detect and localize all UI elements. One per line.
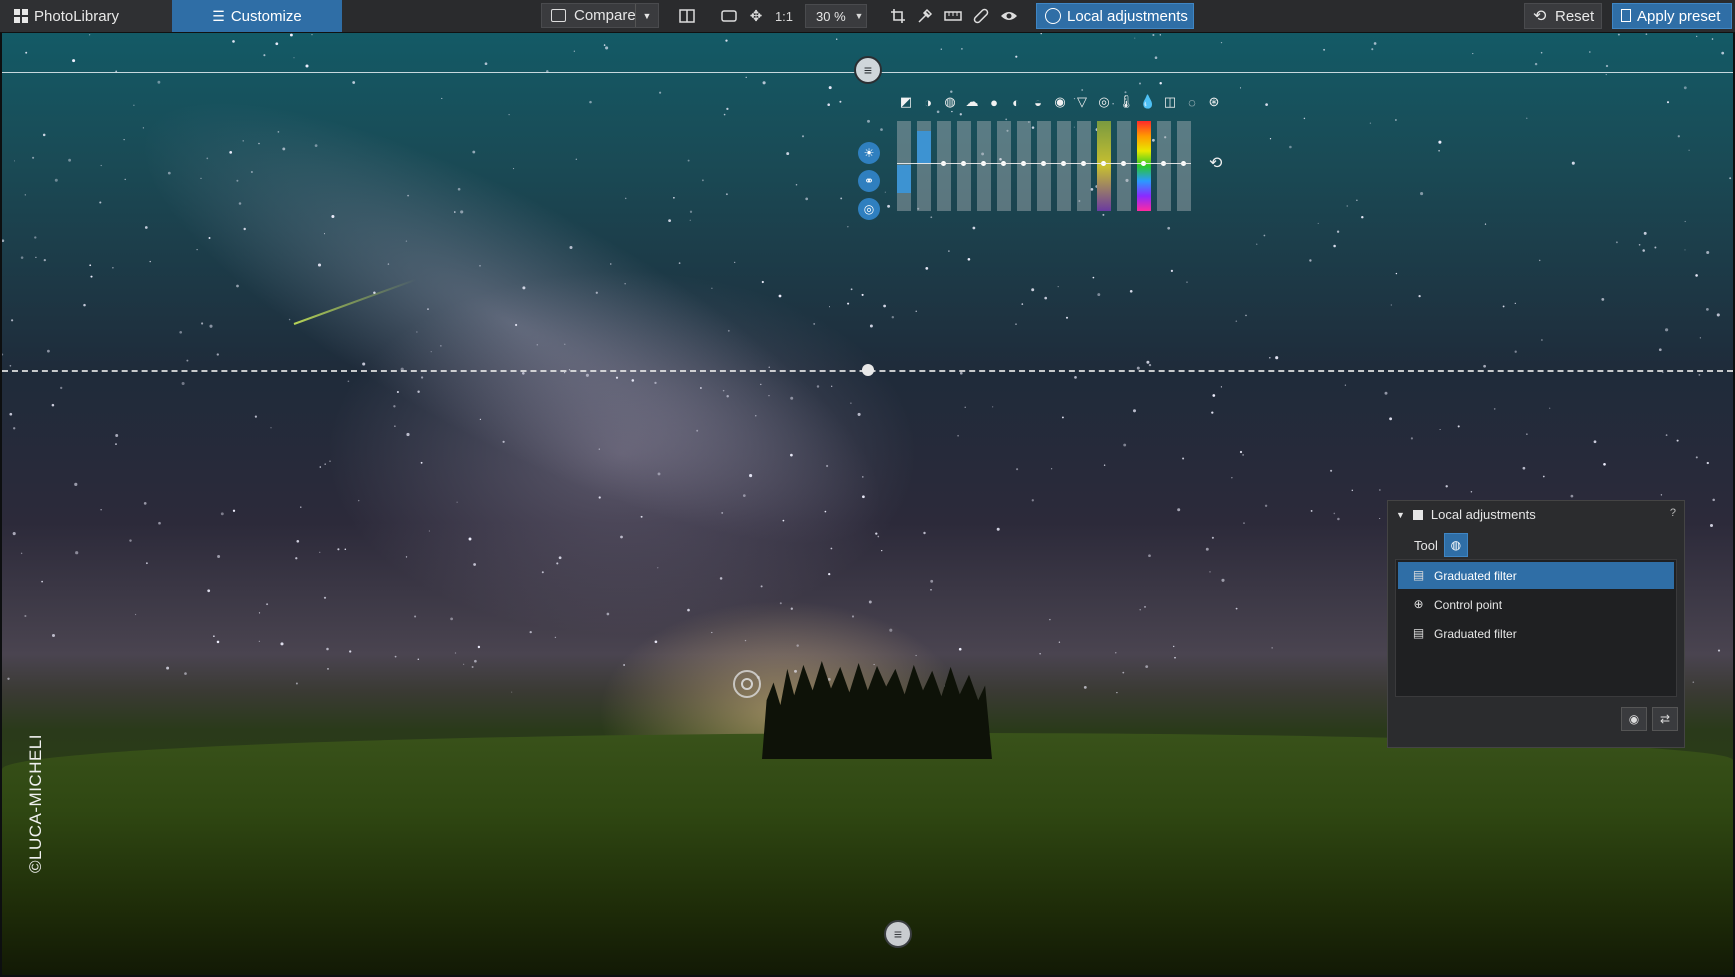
- adjustment-slider-bar[interactable]: [1097, 121, 1111, 211]
- adjustment-slider-bar[interactable]: [1057, 121, 1071, 211]
- color-mode-icon[interactable]: ⚭: [858, 170, 880, 192]
- fit-screen-icon[interactable]: [719, 6, 739, 26]
- clarity-icon[interactable]: ◎: [1095, 93, 1113, 111]
- haze-icon[interactable]: ☁: [963, 93, 981, 111]
- adjustments-list: ▤ Graduated filter ⊕ Control point ▤ Gra…: [1395, 559, 1677, 697]
- control-point-marker-icon[interactable]: [733, 670, 761, 698]
- adjustment-slider-bar[interactable]: [1137, 121, 1151, 211]
- graduated-filter-handle-icon[interactable]: ≡: [854, 56, 882, 84]
- zoom-value: 30 %: [816, 8, 846, 24]
- adjustment-slider-bar[interactable]: [1017, 121, 1031, 211]
- local-adjustments-button[interactable]: Local adjustments: [1036, 3, 1194, 29]
- tool-row: Tool ◍: [1414, 533, 1468, 557]
- adjustment-slider-bar[interactable]: [977, 121, 991, 211]
- move-icon[interactable]: ✥: [746, 6, 766, 26]
- apply-preset-label: Apply preset: [1637, 7, 1721, 25]
- list-item-label: Control point: [1434, 597, 1503, 612]
- exposure-icon[interactable]: ◩: [897, 93, 915, 111]
- adjustment-slider-bar[interactable]: [1177, 121, 1191, 211]
- blacks-icon[interactable]: ◉: [1051, 93, 1069, 111]
- adjustment-slider-bar[interactable]: [1077, 121, 1091, 211]
- hue-icon[interactable]: ◫: [1161, 93, 1179, 111]
- panel-header[interactable]: ▼ Local adjustments: [1396, 507, 1536, 522]
- split-view-icon[interactable]: [677, 6, 697, 26]
- eyedropper-icon[interactable]: [915, 6, 935, 26]
- adjustment-slider-bar[interactable]: [937, 121, 951, 211]
- sliders-icon: ☰: [212, 7, 225, 24]
- microcontrast-icon[interactable]: ◍: [941, 93, 959, 111]
- repair-icon[interactable]: [971, 6, 991, 26]
- local-adjustments-icon: [1045, 8, 1061, 24]
- graduated-filter-icon: ▤: [1412, 626, 1425, 640]
- local-adjustment-sliders: ◩ ◑ ◍ ☁ ● ◐ ◒ ◉ ▽ ◎ 🌡 💧 ◫ ◌ ⊛ ☀ ⚭ ◎ ⟲: [857, 89, 1257, 249]
- enable-checkbox[interactable]: [1412, 509, 1423, 520]
- watermark: ©LUCA-MICHELI: [26, 734, 45, 873]
- compare-label: Compare: [574, 7, 636, 24]
- reset-button[interactable]: ⟲ Reset: [1524, 3, 1602, 29]
- local-adjustments-panel: ▼ Local adjustments ? Tool ◍ ▤ Graduated…: [1387, 500, 1685, 748]
- straighten-icon[interactable]: [943, 6, 963, 26]
- top-toolbar: PhotoLibrary ☰ Customize Compare ▼ ✥ 1:1…: [0, 0, 1735, 33]
- hills: [2, 733, 1733, 975]
- sun-mode-icon[interactable]: ☀: [858, 142, 880, 164]
- adjustment-slider-bar[interactable]: [997, 121, 1011, 211]
- preset-icon: [1621, 9, 1631, 22]
- reset-label: Reset: [1555, 7, 1595, 25]
- adjustment-slider-bar[interactable]: [1117, 121, 1131, 211]
- adjustment-slider-bar[interactable]: [1037, 121, 1051, 211]
- contrast-icon[interactable]: ◑: [919, 93, 937, 111]
- control-point-icon: ⊕: [1413, 597, 1424, 611]
- list-item[interactable]: ▤ Graduated filter: [1398, 620, 1674, 647]
- visibility-toggle-icon[interactable]: ◉: [1621, 707, 1647, 731]
- adjustment-slider-bar[interactable]: [1157, 121, 1171, 211]
- apply-preset-button[interactable]: Apply preset: [1612, 3, 1732, 29]
- temperature-icon[interactable]: 🌡: [1117, 93, 1135, 111]
- highlights-icon[interactable]: ●: [985, 93, 1003, 111]
- slider-icon-row: ◩ ◑ ◍ ☁ ● ◐ ◒ ◉ ▽ ◎ 🌡 💧 ◫ ◌ ⊛: [897, 93, 1223, 111]
- local-adjustments-label: Local adjustments: [1067, 7, 1188, 25]
- compare-icon: [551, 9, 566, 22]
- list-item-label: Graduated filter: [1434, 568, 1517, 583]
- undo-icon[interactable]: ⟲: [1209, 153, 1229, 173]
- swap-icon[interactable]: ⇄: [1652, 707, 1678, 731]
- graduated-filter-center-handle[interactable]: [862, 364, 874, 376]
- graduated-filter-handle-bottom-icon[interactable]: ≡: [884, 920, 912, 948]
- compare-button[interactable]: Compare ▼: [541, 3, 659, 28]
- list-item[interactable]: ▤ Graduated filter: [1398, 562, 1674, 589]
- slider-zero-line: [897, 163, 1191, 164]
- whites-icon[interactable]: ▽: [1073, 93, 1091, 111]
- panel-title: Local adjustments: [1430, 507, 1536, 522]
- zoom-dropdown-icon[interactable]: ▼: [849, 6, 869, 26]
- list-item-label: Graduated filter: [1434, 626, 1517, 641]
- shadows-icon[interactable]: ◒: [1029, 93, 1047, 111]
- list-item[interactable]: ⊕ Control point: [1398, 591, 1674, 618]
- noise-icon[interactable]: ◌: [1183, 93, 1201, 111]
- ratio-1-1[interactable]: 1:1: [772, 6, 796, 26]
- tab-photolibrary[interactable]: PhotoLibrary: [0, 0, 172, 32]
- tab-photolibrary-label: PhotoLibrary: [34, 7, 120, 25]
- red-eye-icon[interactable]: [999, 6, 1019, 26]
- midtones-icon[interactable]: ◐: [1007, 93, 1025, 111]
- collapse-icon[interactable]: ▼: [1396, 510, 1405, 520]
- tool-local-adjustments-icon[interactable]: ◍: [1443, 533, 1468, 557]
- crop-icon[interactable]: [888, 6, 908, 26]
- detail-mode-icon[interactable]: ◎: [858, 198, 880, 220]
- history-icon: ⟲: [1533, 8, 1547, 25]
- adjustment-slider-bar[interactable]: [917, 121, 931, 211]
- tab-customize[interactable]: ☰ Customize: [172, 0, 342, 32]
- help-icon[interactable]: ?: [1670, 507, 1676, 519]
- sharpness-icon[interactable]: ⊛: [1205, 93, 1223, 111]
- compare-dropdown-icon[interactable]: ▼: [635, 4, 658, 27]
- grid-icon: [14, 9, 28, 23]
- graduated-filter-icon: ▤: [1412, 568, 1425, 582]
- tool-label: Tool: [1414, 537, 1438, 553]
- adjustment-slider-bar[interactable]: [957, 121, 971, 211]
- slider-bars[interactable]: [897, 121, 1191, 211]
- saturation-icon[interactable]: 💧: [1139, 93, 1157, 111]
- tab-customize-label: Customize: [230, 7, 302, 25]
- adjustment-slider-bar[interactable]: [897, 121, 911, 211]
